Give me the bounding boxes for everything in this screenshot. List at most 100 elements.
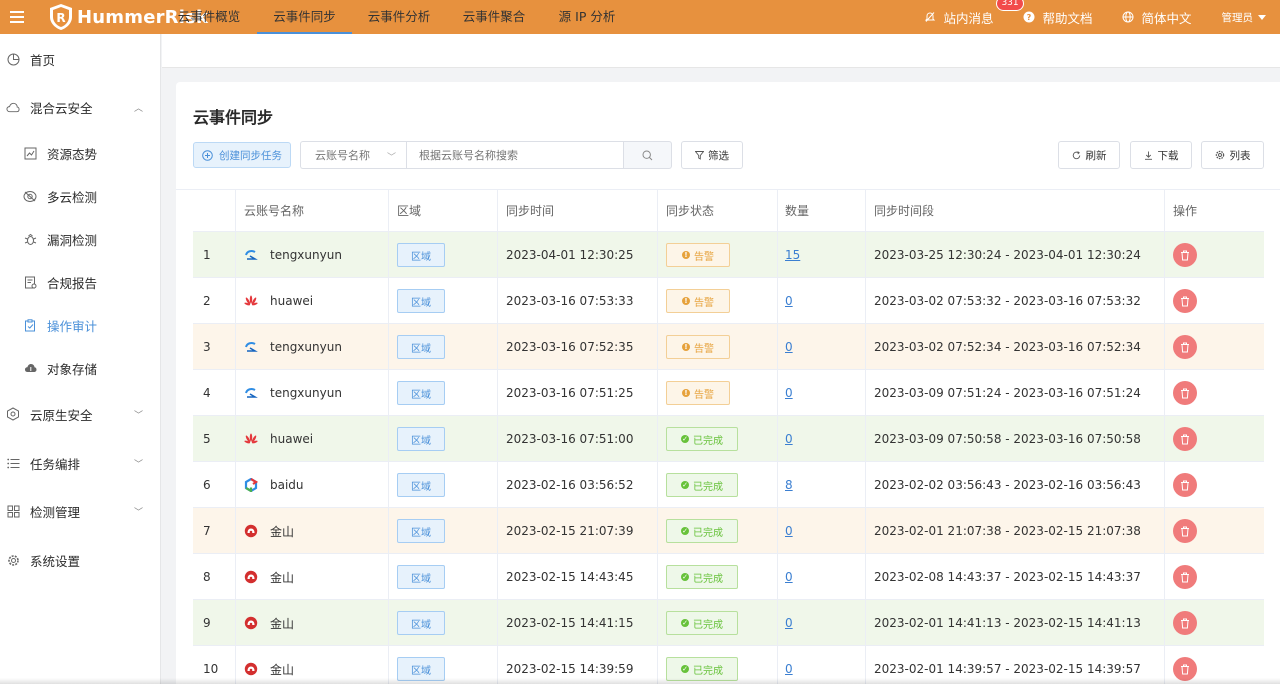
report-icon	[23, 275, 37, 289]
create-sync-task-button[interactable]: 创建同步任务	[193, 142, 291, 168]
table-row[interactable]: 4 tengxunyun 区域 2023-03-16 07:51:25! 告警 0 2023…	[193, 370, 1264, 416]
tab-analysis[interactable]: 云事件分析	[366, 0, 432, 34]
event-count-link[interactable]: 0	[785, 340, 793, 354]
column-header-sync-status[interactable]: 同步状态	[658, 190, 714, 232]
event-count-link[interactable]: 0	[785, 570, 793, 584]
tab-sync[interactable]: 云事件同步	[257, 0, 352, 34]
event-count-link[interactable]: 8	[785, 478, 793, 492]
column-divider	[388, 190, 389, 684]
column-header-period[interactable]: 同步时间段	[866, 190, 934, 232]
chevron-down-icon: ﹀	[133, 459, 143, 470]
sync-period: 2023-03-02 07:53:32 - 2023-03-16 07:53:3…	[874, 294, 1141, 308]
help-link[interactable]: ? 帮助文档	[1023, 8, 1092, 27]
sidebar-item-task-orchestration[interactable]: 任务编排 ﹀	[0, 453, 161, 473]
delete-button[interactable]	[1173, 289, 1197, 313]
row-number: 5	[203, 432, 211, 446]
table-row[interactable]: 5 huawei 区域 2023-03-16 07:51:00 ✓ 已完成 0 2023-03…	[193, 416, 1264, 462]
region-tag[interactable]: 区域	[397, 519, 445, 543]
sidebar-item-vuln-check[interactable]: 漏洞检测	[0, 229, 161, 249]
status-label: 已完成	[693, 619, 723, 631]
event-count-link[interactable]: 0	[785, 432, 793, 446]
table-row[interactable]: 7 金山 区域 2023-02-15 21:07:39 ✓ 已完成 0 2023-02-01 …	[193, 508, 1264, 554]
status-badge: ! 告警	[666, 335, 730, 359]
refresh-button[interactable]: 刷新	[1058, 141, 1120, 169]
svg-text:?: ?	[1027, 13, 1032, 22]
messages-link[interactable]: 站内消息 331	[924, 0, 1024, 27]
user-menu[interactable]: 管理员	[1222, 10, 1266, 25]
sidebar-item-detection-management[interactable]: 检测管理 ﹀	[0, 501, 161, 521]
status-label: 已完成	[693, 435, 723, 447]
account-name-select[interactable]: 云账号名称 ﹀	[300, 141, 406, 169]
sidebar-item-system-settings[interactable]: 系统设置	[0, 550, 161, 570]
filter-button[interactable]: 筛选	[681, 141, 743, 169]
event-count-link[interactable]: 0	[785, 662, 793, 676]
trash-icon	[1180, 526, 1190, 537]
delete-button[interactable]	[1173, 565, 1197, 589]
status-badge: ! 告警	[666, 381, 730, 405]
delete-button[interactable]	[1173, 335, 1197, 359]
delete-button[interactable]	[1173, 427, 1197, 451]
column-header-region[interactable]: 区域	[389, 190, 421, 232]
sidebar-item-home[interactable]: 首页	[0, 49, 161, 69]
region-tag[interactable]: 区域	[397, 289, 445, 313]
region-tag[interactable]: 区域	[397, 565, 445, 589]
kingsoft-logo-icon	[244, 570, 258, 584]
tab-aggregation[interactable]: 云事件聚合	[461, 0, 527, 34]
region-tag[interactable]: 区域	[397, 335, 445, 359]
event-count-link[interactable]: 0	[785, 524, 793, 538]
hexagon-icon	[6, 407, 20, 421]
column-header-account[interactable]: 云账号名称	[236, 190, 304, 232]
region-tag[interactable]: 区域	[397, 473, 445, 497]
sidebar-item-hybrid-cloud[interactable]: 混合云安全 ︿	[0, 97, 161, 117]
sidebar-item-label: 漏洞检测	[47, 232, 98, 248]
table-row[interactable]: 1 tengxunyun 区域 2023-04-01 12:30:25! 告警 15 202…	[193, 232, 1264, 278]
column-settings-button[interactable]: 列表	[1201, 141, 1264, 169]
delete-button[interactable]	[1173, 381, 1197, 405]
event-count-link[interactable]: 0	[785, 616, 793, 630]
region-tag[interactable]: 区域	[397, 243, 445, 267]
region-tag[interactable]: 区域	[397, 611, 445, 635]
event-count-link[interactable]: 0	[785, 386, 793, 400]
delete-button[interactable]	[1173, 473, 1197, 497]
actions-cell	[1173, 324, 1197, 370]
download-button[interactable]: 下载	[1130, 141, 1192, 169]
sidebar-item-object-storage[interactable]: 对象存储	[0, 358, 161, 378]
baidu-logo-icon	[244, 478, 258, 492]
sidebar-item-cloud-native[interactable]: 云原生安全 ﹀	[0, 404, 161, 424]
event-count-link[interactable]: 15	[785, 248, 800, 262]
language-switch[interactable]: 简体中文	[1122, 8, 1192, 27]
count-cell: 8	[785, 462, 793, 508]
search-input[interactable]	[406, 141, 624, 169]
sidebar-item-label: 检测管理	[30, 504, 81, 520]
check-icon: ✓	[681, 573, 689, 581]
tab-overview[interactable]: 云事件概览	[176, 0, 242, 34]
chevron-down-icon: ﹀	[386, 153, 396, 163]
delete-button[interactable]	[1173, 519, 1197, 543]
table-row[interactable]: 9 金山 区域 2023-02-15 14:41:15 ✓ 已完成 0 2023-02-01 …	[193, 600, 1264, 646]
column-header-count[interactable]: 数量	[777, 190, 809, 232]
delete-button[interactable]	[1173, 243, 1197, 267]
table-row[interactable]: 2 huawei 区域 2023-03-16 07:53:33! 告警 0 2023-03-…	[193, 278, 1264, 324]
count-cell: 0	[785, 370, 793, 416]
column-header-sync-time[interactable]: 同步时间	[498, 190, 554, 232]
menu-toggle-icon[interactable]	[2, 0, 32, 34]
region-tag[interactable]: 区域	[397, 427, 445, 451]
sidebar-item-compliance-report[interactable]: 合规报告	[0, 272, 161, 292]
delete-button[interactable]	[1173, 611, 1197, 635]
search-button[interactable]	[623, 141, 672, 169]
tab-source-ip[interactable]: 源 IP 分析	[556, 0, 618, 34]
region-tag[interactable]: 区域	[397, 381, 445, 405]
table-row[interactable]: 6 baidu 区域 2023-02-16 03:56:52 ✓ 已完成 8 2023-02-…	[193, 462, 1264, 508]
row-number: 1	[203, 248, 211, 262]
event-count-link[interactable]: 0	[785, 294, 793, 308]
table-row[interactable]: 8 金山 区域 2023-02-15 14:43:45 ✓ 已完成 0 2023-02-08 …	[193, 554, 1264, 600]
table-row[interactable]: 3 tengxunyun 区域 2023-03-16 07:52:35! 告警 0 2023…	[193, 324, 1264, 370]
account-name-select-label: 云账号名称	[315, 149, 370, 162]
count-cell: 0	[785, 508, 793, 554]
sidebar-item-operation-audit[interactable]: 操作审计	[0, 315, 161, 335]
account-name: huawei	[270, 294, 314, 308]
sync-time: 2023-02-15 14:43:45	[506, 570, 634, 584]
sidebar-item-multicloud-check[interactable]: 多云检测	[0, 186, 161, 206]
sidebar-item-resource-posture[interactable]: 资源态势	[0, 143, 161, 163]
create-sync-task-label: 创建同步任务	[219, 149, 282, 162]
